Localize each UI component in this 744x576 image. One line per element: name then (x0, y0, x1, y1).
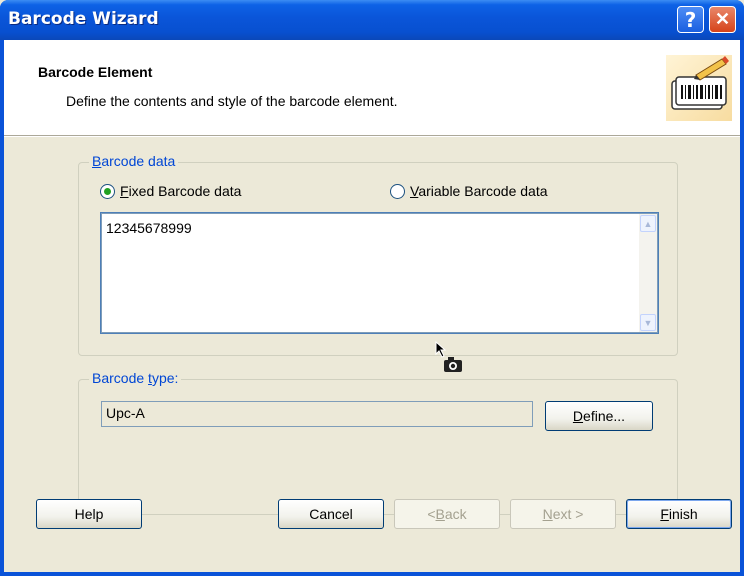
fixed-barcode-label: Fixed Barcode data (120, 183, 242, 199)
barcode-pen-icon (666, 55, 732, 121)
help-button[interactable]: Help (36, 499, 142, 529)
back-button[interactable]: < Back (394, 499, 500, 529)
radio-selected-icon (100, 183, 115, 199)
finish-button[interactable]: Finish (626, 499, 732, 529)
help-icon[interactable]: ? (677, 6, 704, 33)
hand-camera-cursor-icon (434, 340, 466, 374)
barcode-type-group: Barcode type: (78, 370, 678, 515)
barcode-data-input[interactable]: 12345678999 ▲ ▼ (100, 212, 659, 334)
next-button[interactable]: Next > (510, 499, 616, 529)
barcode-data-value: 12345678999 (106, 220, 192, 236)
title-bar[interactable]: Barcode Wizard ? ✕ (0, 0, 744, 40)
dialog-client: Barcode Element Define the contents and … (4, 40, 740, 572)
header-band: Barcode Element Define the contents and … (4, 40, 740, 137)
define-button[interactable]: Define... (545, 401, 653, 431)
scroll-up-icon[interactable]: ▲ (640, 215, 656, 232)
scroll-down-icon[interactable]: ▼ (640, 314, 656, 331)
fixed-barcode-radio[interactable]: Fixed Barcode data (100, 183, 241, 199)
page-title: Barcode Element (38, 64, 153, 80)
close-icon[interactable]: ✕ (709, 6, 736, 33)
barcode-type-legend: Barcode type: (89, 370, 182, 386)
wizard-window: Barcode Wizard ? ✕ Barcode Element Defin… (0, 0, 744, 576)
vertical-scrollbar[interactable]: ▲ ▼ (639, 214, 657, 332)
cancel-button[interactable]: Cancel (278, 499, 384, 529)
barcode-data-legend: Barcode data (89, 153, 179, 169)
variable-barcode-label: Variable Barcode data (410, 183, 548, 199)
window-title: Barcode Wizard (8, 9, 159, 29)
page-subtitle: Define the contents and style of the bar… (66, 93, 398, 109)
variable-barcode-radio[interactable]: Variable Barcode data (390, 183, 548, 199)
barcode-type-field: Upc-A (101, 401, 533, 427)
radio-unselected-icon (390, 183, 405, 199)
